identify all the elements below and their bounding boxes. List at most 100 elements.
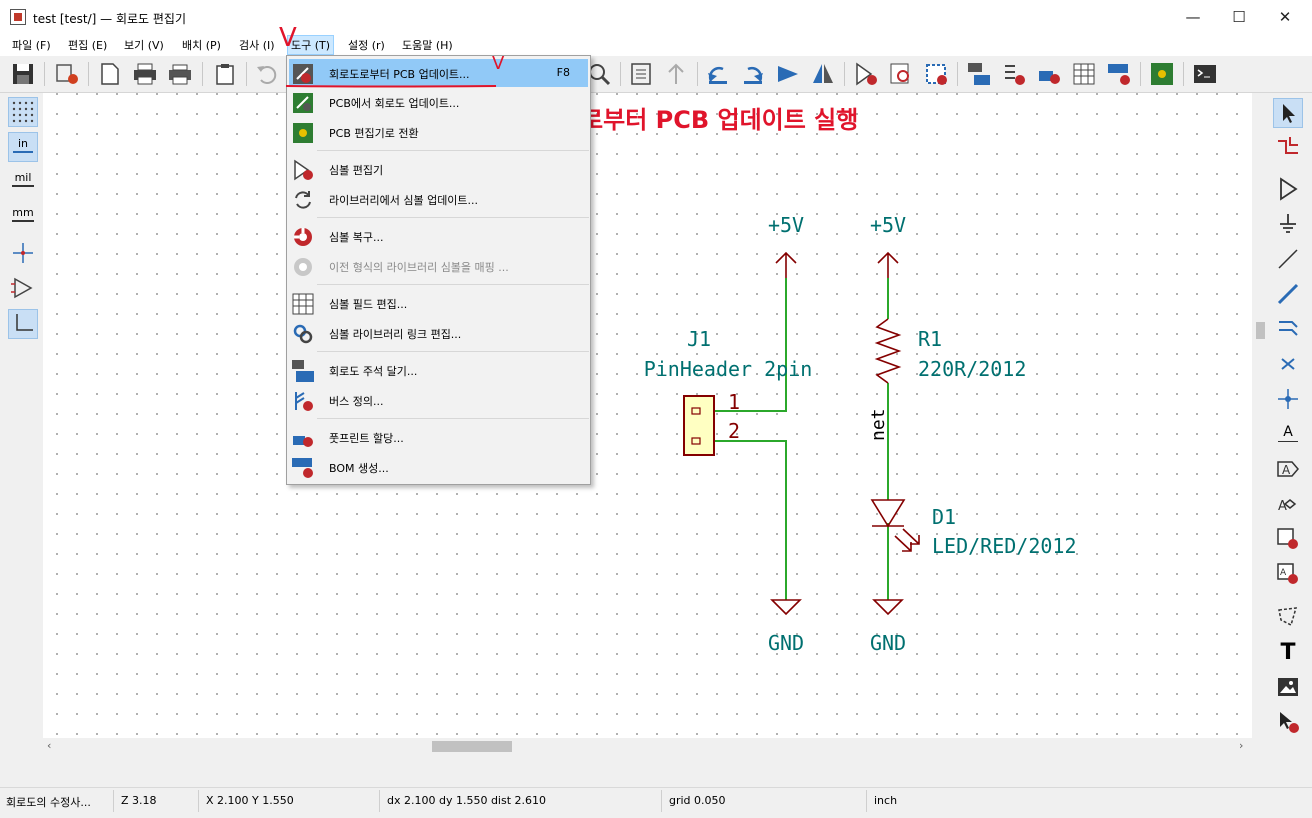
units-mm-button[interactable]: mm <box>8 202 38 232</box>
import-sheet-pin-icon: A <box>1277 563 1298 584</box>
erc-icon[interactable] <box>1001 61 1027 87</box>
select-tool-button[interactable] <box>1273 98 1303 128</box>
bus-definition-icon <box>295 392 313 411</box>
menu-assign-footprints[interactable]: 풋프린트 할당... <box>289 423 588 451</box>
cursor-style-button[interactable] <box>8 239 38 269</box>
add-sheet-button[interactable] <box>1273 525 1303 555</box>
rotate-ccw-icon[interactable] <box>705 61 731 87</box>
symbol-editor-icon[interactable] <box>853 61 879 87</box>
schematic-setup-icon[interactable] <box>54 61 80 87</box>
schematic-drawing: +5V +5V GND GND J1 PinHeader 2pin R1 220… <box>644 213 1077 655</box>
add-line-button[interactable] <box>1273 245 1303 275</box>
close-button[interactable]: ✕ <box>1262 0 1308 34</box>
annotate-icon <box>292 360 314 382</box>
svg-text:A: A <box>1282 463 1291 477</box>
add-symbol-icon <box>1280 177 1298 201</box>
footprint-editor-icon[interactable] <box>923 61 949 87</box>
menu-bus-definitions[interactable]: 버스 정의... <box>289 386 588 414</box>
add-text-button[interactable]: T <box>1273 638 1303 668</box>
scripting-console-icon[interactable] <box>1192 61 1218 87</box>
add-junction-button[interactable] <box>1273 385 1303 415</box>
add-graphic-polyline-button[interactable] <box>1273 603 1303 633</box>
add-image-button[interactable] <box>1273 673 1303 703</box>
bus-entry-icon <box>1279 321 1298 336</box>
rotate-cw-icon[interactable] <box>740 61 766 87</box>
menu-edit-symbol-fields[interactable]: 심볼 필드 편집... <box>289 289 588 317</box>
highlight-net-icon <box>1278 137 1298 154</box>
menu-update-symbols-from-library[interactable]: 라이브러리에서 심볼 업데이트... <box>289 185 588 213</box>
net-label: net <box>868 408 889 441</box>
add-label-button[interactable]: A <box>1273 420 1303 450</box>
symbol-browser-icon[interactable] <box>888 61 914 87</box>
wires <box>714 278 889 600</box>
import-sheet-pin-button[interactable]: A <box>1273 560 1303 590</box>
svg-text:A: A <box>1278 499 1287 514</box>
j1-reference: J1 <box>687 327 711 351</box>
pcb-editor-icon[interactable] <box>1149 61 1175 87</box>
footprint-assign-icon[interactable] <box>1036 61 1062 87</box>
pin1-number: 1 <box>728 390 740 414</box>
menu-edit-symbol-library-links[interactable]: 심볼 라이브러리 링크 편집... <box>289 319 588 347</box>
power-label-5v-1: +5V <box>768 213 804 237</box>
r1-value: 220R/2012 <box>918 357 1026 381</box>
hierarchy-navigator-icon[interactable] <box>628 61 654 87</box>
mirror-horizontal-icon[interactable] <box>810 61 836 87</box>
delete-tool-button[interactable] <box>1273 708 1303 738</box>
save-icon[interactable] <box>10 61 36 87</box>
horizontal-scrollbar[interactable]: ‹ › <box>43 738 1252 755</box>
menu-place[interactable]: 배치 (P) <box>180 37 223 53</box>
menu-inspect[interactable]: 검사 (I) <box>237 37 277 53</box>
scroll-left-icon[interactable]: ‹ <box>47 739 51 752</box>
power-symbol-5v-2 <box>877 251 899 278</box>
menu-remap-legacy-symbols: 이전 형식의 라이브러리 심볼을 매핑 ... <box>289 252 588 280</box>
units-mil-button[interactable]: mil <box>8 167 38 197</box>
add-global-label-button[interactable]: A <box>1273 455 1303 485</box>
fields-table-icon <box>292 293 314 315</box>
line-mode-button[interactable] <box>8 309 38 339</box>
menu-edit[interactable]: 편집 (E) <box>66 37 109 53</box>
menu-switch-to-pcb-editor[interactable]: PCB 편집기로 전환 <box>289 118 588 146</box>
bom-icon[interactable] <box>1106 61 1132 87</box>
vertical-scrollbar[interactable] <box>1252 93 1269 738</box>
delete-cursor-icon <box>1280 712 1299 733</box>
bom-icon <box>292 458 313 478</box>
annotate-icon[interactable] <box>966 61 992 87</box>
maximize-button[interactable]: ☐ <box>1216 0 1262 34</box>
undo-icon[interactable] <box>253 61 279 87</box>
menu-annotate-schematic[interactable]: 회로도 주석 달기... <box>289 356 588 384</box>
led-d1-symbol <box>870 499 906 528</box>
page-settings-icon[interactable] <box>97 61 123 87</box>
update-schematic-icon <box>293 93 313 113</box>
highlight-net-button[interactable] <box>1273 133 1303 163</box>
menu-generate-bom[interactable]: BOM 생성... <box>289 453 588 481</box>
mirror-vertical-icon[interactable] <box>775 61 801 87</box>
plot-icon[interactable] <box>167 61 193 87</box>
gnd-symbol-2 <box>872 599 904 616</box>
vertical-scroll-thumb[interactable] <box>1256 322 1265 339</box>
no-connect-icon <box>1281 358 1295 370</box>
menu-rescue-symbols[interactable]: 심볼 복구... <box>289 222 588 250</box>
menu-symbol-editor[interactable]: 심볼 편집기 <box>289 155 588 183</box>
hidden-pins-button[interactable] <box>8 274 38 304</box>
title-bar: test [test/] — 회로도 편집기 — ☐ ✕ <box>0 0 1312 34</box>
minimize-button[interactable]: — <box>1170 0 1216 34</box>
add-no-connect-button[interactable] <box>1273 350 1303 380</box>
menu-file[interactable]: 파일 (F) <box>10 37 53 53</box>
add-wire-button[interactable] <box>1273 280 1303 310</box>
print-icon[interactable] <box>132 61 158 87</box>
units-inch-button[interactable]: in <box>8 132 38 162</box>
schematic-canvas[interactable]: +5V +5V GND GND J1 PinHeader 2pin R1 220… <box>43 93 1252 738</box>
add-bus-entry-button[interactable] <box>1273 315 1303 345</box>
grid-toggle-button[interactable] <box>8 97 38 127</box>
scroll-right-icon[interactable]: › <box>1239 739 1243 752</box>
add-power-button[interactable] <box>1273 210 1303 240</box>
menu-view[interactable]: 보기 (V) <box>122 37 166 53</box>
status-grid: grid 0.050 <box>669 794 726 807</box>
footprint-assign-icon <box>293 436 313 447</box>
add-hier-label-button[interactable]: A <box>1273 490 1303 520</box>
add-symbol-button[interactable] <box>1273 175 1303 205</box>
horizontal-scroll-thumb[interactable] <box>432 741 512 752</box>
paste-icon[interactable] <box>212 61 238 87</box>
fields-table-icon[interactable] <box>1071 61 1097 87</box>
leave-sheet-icon[interactable] <box>663 61 689 87</box>
